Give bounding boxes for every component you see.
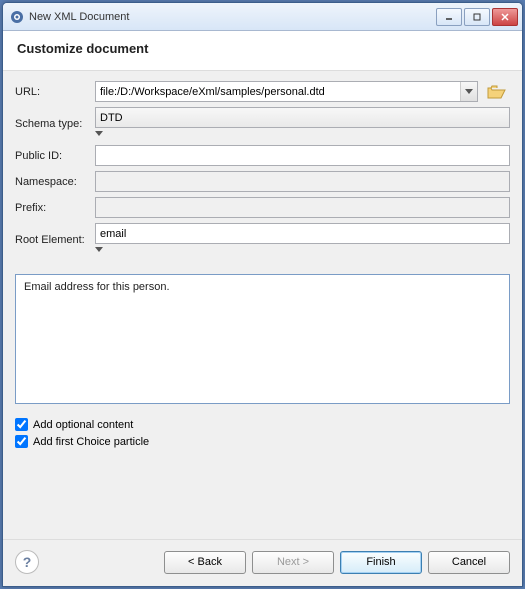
window-title: New XML Document xyxy=(29,11,436,23)
cancel-button[interactable]: Cancel xyxy=(428,551,510,574)
finish-button[interactable]: Finish xyxy=(340,551,422,574)
url-input[interactable] xyxy=(95,81,478,102)
root-element-combo[interactable] xyxy=(95,223,510,256)
url-combo[interactable] xyxy=(95,81,478,102)
button-row: < Back Next > Finish Cancel xyxy=(164,551,510,574)
minimize-button[interactable] xyxy=(436,8,462,26)
public-id-input[interactable] xyxy=(95,145,510,166)
chevron-down-icon[interactable] xyxy=(95,128,510,140)
maximize-button[interactable] xyxy=(464,8,490,26)
next-button: Next > xyxy=(252,551,334,574)
back-button[interactable]: < Back xyxy=(164,551,246,574)
namespace-label: Namespace: xyxy=(15,176,95,188)
prefix-label: Prefix: xyxy=(15,202,95,214)
form-grid: URL: Schema type: Public ID: Namespace: xyxy=(15,81,510,256)
close-button[interactable] xyxy=(492,8,518,26)
question-icon: ? xyxy=(23,554,32,570)
content-area: URL: Schema type: Public ID: Namespace: xyxy=(3,71,522,539)
add-optional-content-checkbox[interactable] xyxy=(15,418,28,431)
title-bar[interactable]: New XML Document xyxy=(3,3,522,31)
add-optional-content-check[interactable]: Add optional content xyxy=(15,418,510,431)
url-label: URL: xyxy=(15,86,95,98)
browse-button[interactable] xyxy=(484,81,510,102)
app-icon xyxy=(9,9,25,25)
root-element-input[interactable] xyxy=(95,223,510,244)
description-text: Email address for this person. xyxy=(24,281,170,293)
public-id-label: Public ID: xyxy=(15,150,95,162)
checkbox-group: Add optional content Add first Choice pa… xyxy=(15,418,510,452)
window-controls xyxy=(436,8,518,26)
page-title: Customize document xyxy=(17,41,508,56)
wizard-footer: ? < Back Next > Finish Cancel xyxy=(3,539,522,586)
add-first-choice-label: Add first Choice particle xyxy=(33,436,149,448)
chevron-down-icon[interactable] xyxy=(95,244,510,256)
schema-type-input[interactable] xyxy=(95,107,510,128)
prefix-input xyxy=(95,197,510,218)
wizard-header: Customize document xyxy=(3,31,522,71)
namespace-input xyxy=(95,171,510,192)
dialog-window: New XML Document Customize document URL:… xyxy=(2,2,523,587)
chevron-down-icon[interactable] xyxy=(460,82,477,101)
description-box: Email address for this person. xyxy=(15,274,510,404)
folder-open-icon xyxy=(487,84,507,100)
add-first-choice-checkbox[interactable] xyxy=(15,435,28,448)
help-button[interactable]: ? xyxy=(15,550,39,574)
schema-type-label: Schema type: xyxy=(15,118,95,130)
add-first-choice-check[interactable]: Add first Choice particle xyxy=(15,435,510,448)
add-optional-content-label: Add optional content xyxy=(33,419,133,431)
schema-type-combo[interactable] xyxy=(95,107,510,140)
root-element-label: Root Element: xyxy=(15,234,95,246)
